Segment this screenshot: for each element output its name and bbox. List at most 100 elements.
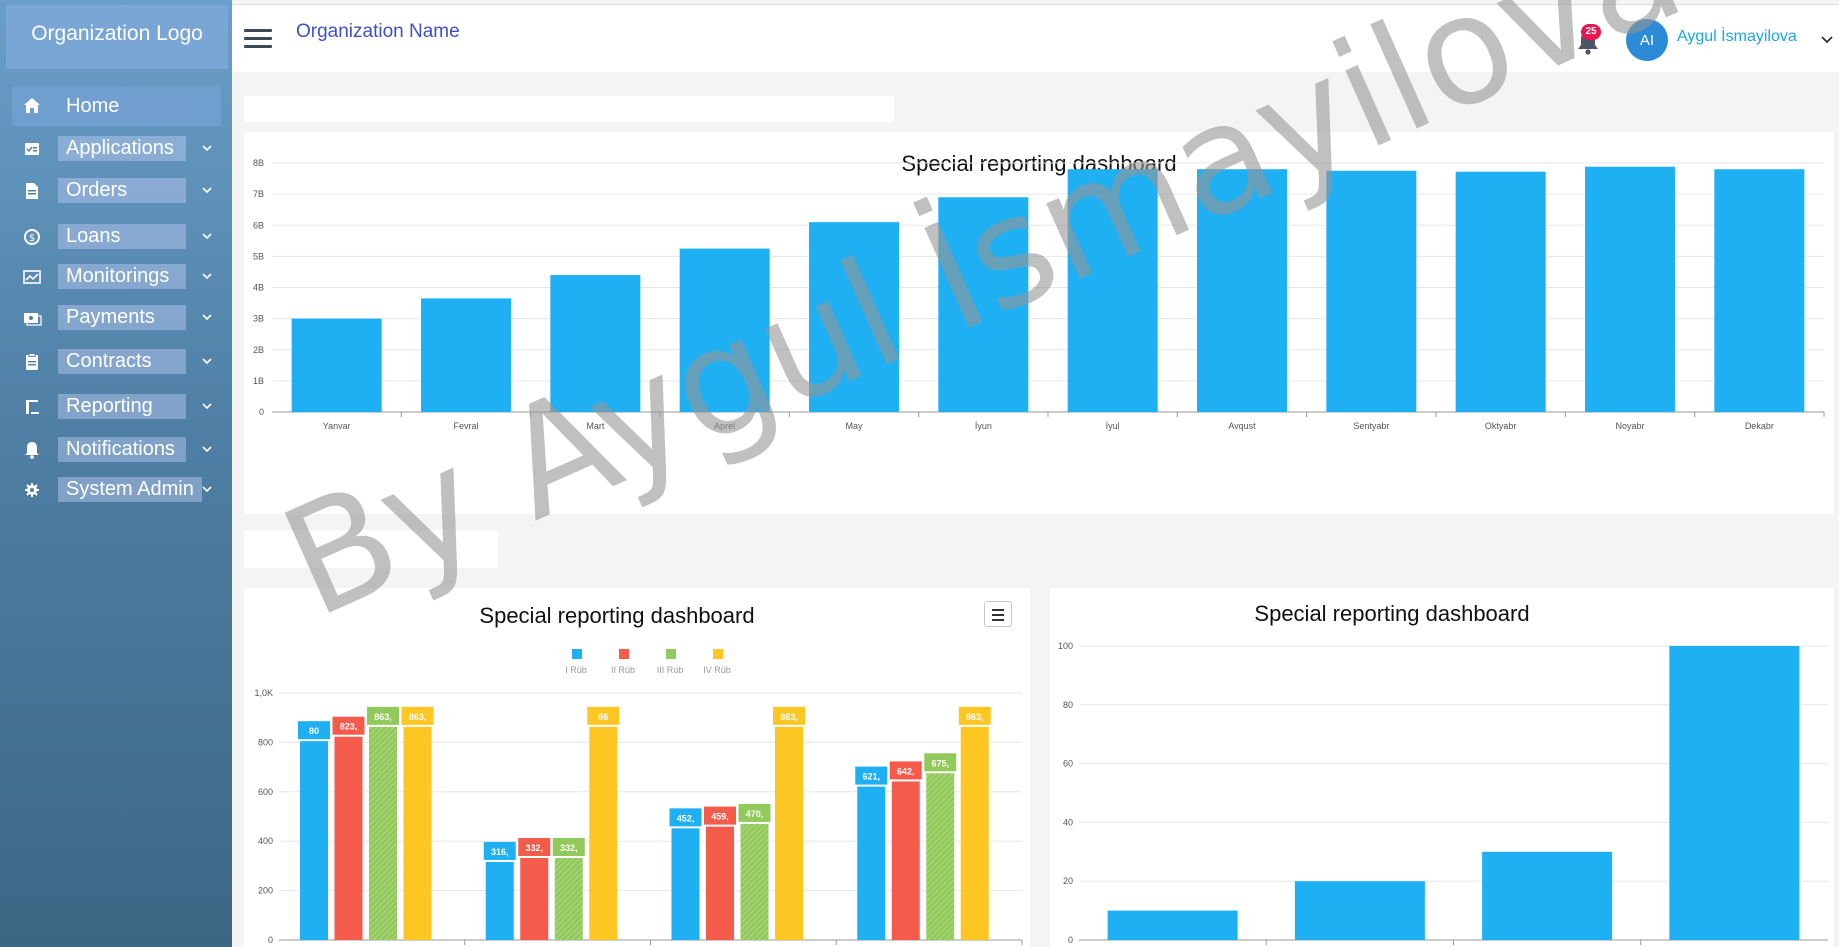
sidebar-item-label: Notifications (58, 437, 186, 462)
x-tick-label: İyul (1106, 421, 1120, 431)
bar (891, 781, 920, 940)
y-tick-label: 6B (253, 220, 264, 230)
chevron-down-icon[interactable] (200, 310, 214, 324)
loan-icon: $ (24, 228, 40, 245)
breadcrumb-placeholder (244, 96, 894, 122)
bell-icon (25, 441, 39, 459)
quarterly-chart-card: Special reporting dashboard 0 200 400 600 80… (244, 588, 1030, 947)
sidebar-item-system-admin[interactable]: System Admin (0, 469, 232, 510)
sidebar-item-orders[interactable]: Orders (0, 170, 232, 211)
data-label: 459, (711, 812, 729, 822)
chevron-down-icon[interactable] (200, 399, 214, 413)
chevron-down-icon[interactable] (200, 482, 214, 496)
bar (403, 726, 432, 940)
legend-label: I Rüb (565, 665, 587, 675)
organization-name: Organization Name (296, 21, 460, 42)
checklist-icon (25, 142, 39, 155)
y-tick-label: 7B (253, 189, 264, 199)
quarterly-bar-chart: 0 200 400 600 800 1,0K I Rüb II Rüb III Rüb IV Rü… (254, 649, 1023, 945)
data-label: 332, (525, 843, 543, 853)
sidebar-item-label: Orders (58, 178, 186, 203)
bar (938, 197, 1029, 412)
avatar[interactable]: AI (1626, 19, 1668, 61)
data-label: 863, (409, 712, 427, 722)
bar (1067, 169, 1158, 412)
bar (369, 726, 397, 940)
menu-toggle-icon[interactable] (244, 29, 272, 51)
x-tick-label: Fevral (453, 421, 478, 431)
sidebar-item-monitorings[interactable]: Monitorings (0, 256, 232, 297)
data-label: 316, (491, 847, 509, 857)
y-tick-label: 5B (253, 251, 264, 261)
sidebar-item-reporting[interactable]: Reporting (0, 386, 232, 427)
y-tick-label: 400 (258, 836, 273, 846)
bar (1714, 169, 1805, 412)
monthly-bar-chart: 0 1B 2B 3B 4B 5B 6B 7B 8B Yanvar Fevral Mart Aprel Ma… (253, 158, 1825, 431)
bar (1482, 851, 1613, 940)
bar (1455, 171, 1546, 412)
sidebar: Organization Logo Home Applications Orders… (0, 0, 232, 947)
chevron-down-icon[interactable] (200, 269, 214, 283)
home-icon (24, 98, 40, 113)
bar (300, 741, 328, 940)
y-tick-label: 1B (253, 376, 264, 386)
x-tick-label: Mart (586, 421, 604, 431)
data-label: 863, (780, 712, 798, 722)
bar (421, 298, 511, 412)
sidebar-item-label: Home (58, 93, 186, 119)
simple-bar-chart: 0 20 40 60 80 100 (1058, 641, 1828, 945)
bar (1197, 169, 1287, 412)
legend-swatch (666, 649, 676, 659)
bar (485, 861, 514, 940)
chevron-down-icon[interactable] (200, 354, 214, 368)
y-tick-label: 800 (258, 737, 273, 747)
sidebar-item-label: Monitorings (58, 264, 186, 289)
sidebar-item-applications[interactable]: Applications (0, 128, 232, 169)
legend-swatch (619, 649, 629, 659)
data-label: 332, (560, 843, 578, 853)
x-tick-label: Aprel (714, 421, 735, 431)
data-label: 863, (966, 712, 984, 722)
sidebar-item-contracts[interactable]: Contracts (0, 341, 232, 382)
bar (926, 773, 955, 940)
x-tick-label: İyun (975, 421, 992, 431)
data-label: 863, (374, 712, 392, 722)
y-tick-label: 0 (1068, 935, 1073, 945)
legend-swatch (713, 649, 723, 659)
data-label: 823, (340, 722, 358, 732)
bar (554, 857, 583, 940)
y-tick-label: 20 (1063, 876, 1073, 886)
x-tick-label: Dekabr (1745, 421, 1774, 431)
data-label: 675, (931, 758, 949, 768)
simple-chart-card: Special reporting dashboard 0 20 40 60 80 100 (1050, 588, 1834, 947)
bar (679, 248, 770, 412)
sidebar-item-payments[interactable]: Payments (0, 297, 232, 338)
legend-label: IV Rüb (703, 665, 731, 675)
chevron-down-icon[interactable] (200, 141, 214, 155)
user-name[interactable]: Aygul İsmayilova (1677, 28, 1797, 46)
bar (1326, 170, 1417, 412)
chevron-down-icon[interactable] (200, 183, 214, 197)
data-label: 86 (598, 712, 608, 722)
sidebar-item-notifications[interactable]: Notifications (0, 429, 232, 470)
sidebar-item-label: Reporting (58, 394, 186, 419)
y-tick-label: 200 (258, 886, 273, 896)
bar (671, 828, 700, 940)
organization-logo[interactable]: Organization Logo (6, 5, 228, 69)
notification-count-badge: 25 (1581, 24, 1601, 40)
sidebar-item-loans[interactable]: $ Loans (0, 216, 232, 257)
bar (857, 786, 886, 940)
chevron-down-icon[interactable] (200, 442, 214, 456)
bar (1669, 646, 1800, 940)
y-tick-label: 2B (253, 345, 264, 355)
x-tick-label: Noyabr (1615, 421, 1644, 431)
legend-label: II Rüb (611, 665, 635, 675)
chevron-down-icon[interactable] (1820, 33, 1834, 47)
sidebar-item-home[interactable]: Home (12, 86, 221, 126)
top-header: Organization Name 25 AI Aygul İsmayilova (232, 4, 1839, 72)
x-tick-label: Yanvar (323, 421, 351, 431)
y-tick-label: 0 (259, 407, 264, 417)
bar (706, 826, 734, 940)
chevron-down-icon[interactable] (200, 229, 214, 243)
y-tick-label: 1,0K (254, 688, 273, 698)
